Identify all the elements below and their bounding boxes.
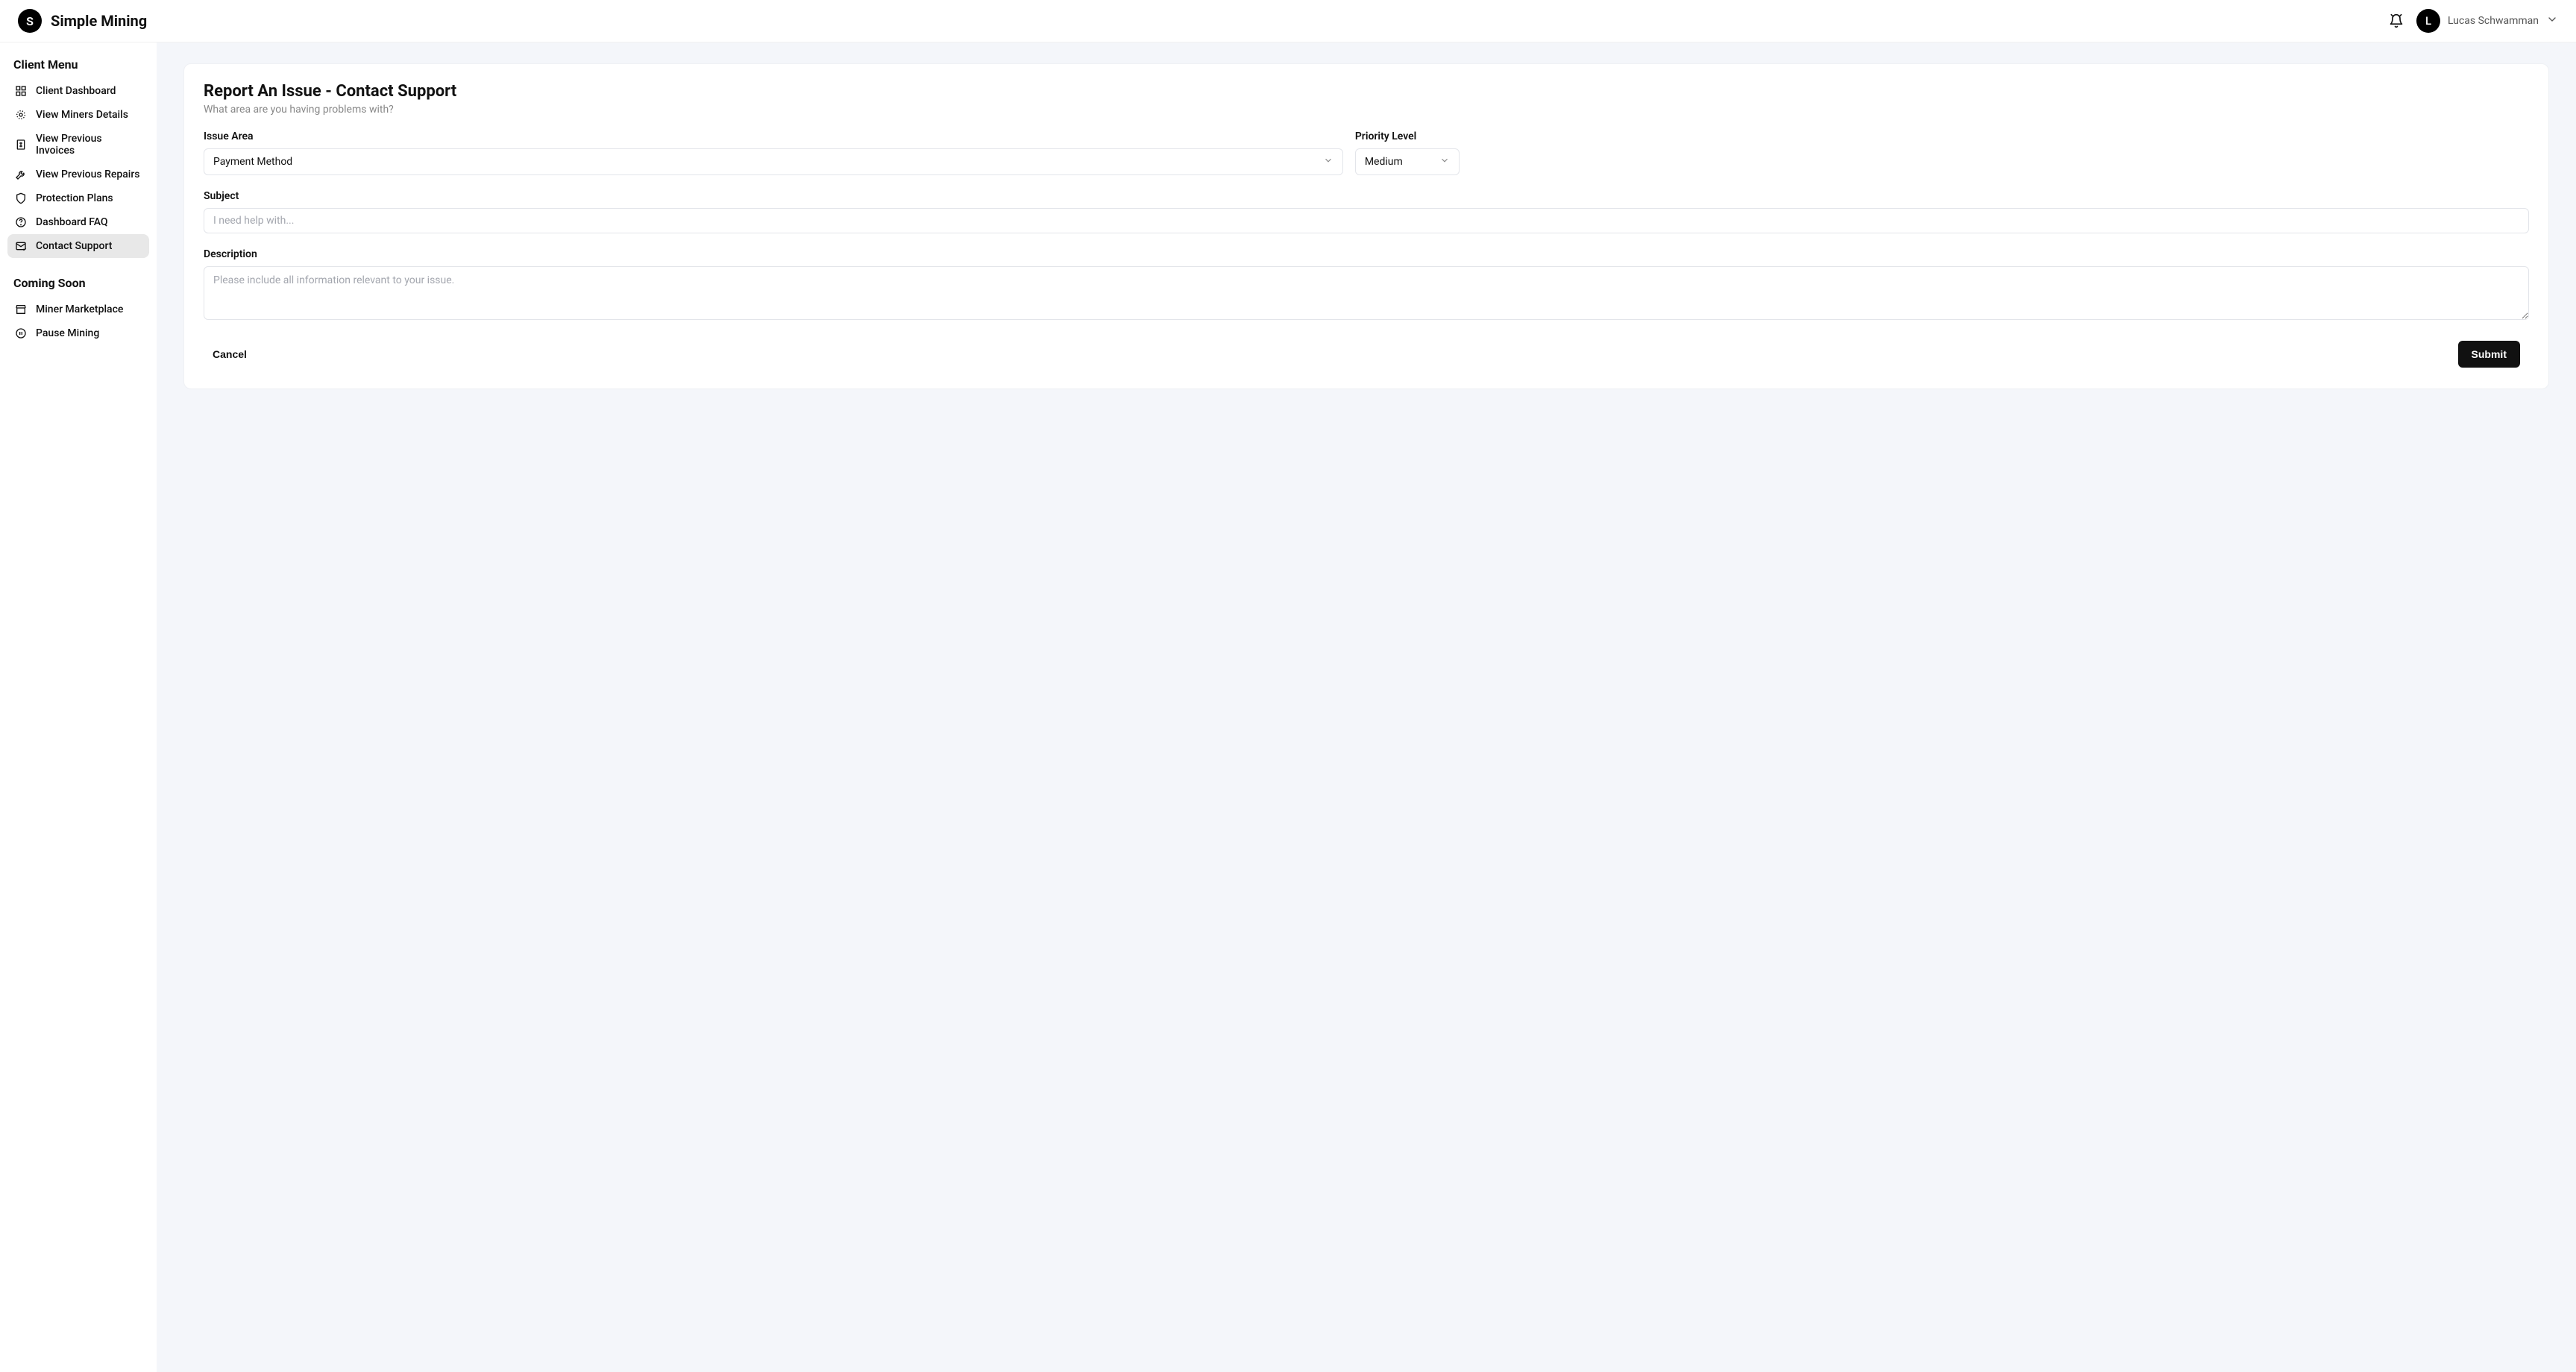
- sidebar-item-label: Contact Support: [36, 240, 112, 252]
- sidebar-item-label: Dashboard FAQ: [36, 216, 108, 228]
- sidebar-section-coming-soon: Coming Soon Miner Marketplace Pause Mini…: [7, 271, 149, 345]
- dashboard-icon: [15, 85, 27, 97]
- header: S Simple Mining L Lucas Schwamman: [0, 0, 2576, 43]
- form-group-subject: Subject: [204, 190, 2529, 233]
- sidebar-item-client-dashboard[interactable]: Client Dashboard: [7, 79, 149, 103]
- sidebar: Client Menu Client Dashboard View Miners…: [0, 43, 157, 1372]
- pause-icon: [15, 327, 27, 339]
- sidebar-item-view-previous-invoices[interactable]: View Previous Invoices: [7, 127, 149, 163]
- sidebar-item-pause-mining[interactable]: Pause Mining: [7, 321, 149, 345]
- sidebar-item-label: Pause Mining: [36, 327, 99, 339]
- subject-input[interactable]: [204, 208, 2529, 233]
- sidebar-item-view-miners-details[interactable]: View Miners Details: [7, 103, 149, 127]
- page-title: Report An Issue - Contact Support: [204, 82, 2529, 101]
- shield-icon: [15, 192, 27, 204]
- sidebar-item-label: Client Dashboard: [36, 85, 116, 97]
- priority-value: Medium: [1365, 156, 1403, 168]
- brand-logo: S: [18, 9, 42, 33]
- sidebar-item-label: Protection Plans: [36, 192, 113, 204]
- user-menu[interactable]: L Lucas Schwamman: [2416, 9, 2558, 33]
- priority-select[interactable]: Medium: [1355, 148, 1460, 175]
- sidebar-item-view-previous-repairs[interactable]: View Previous Repairs: [7, 163, 149, 186]
- issue-area-select[interactable]: Payment Method: [204, 148, 1343, 175]
- brand[interactable]: S Simple Mining: [18, 9, 147, 33]
- mail-check-icon: [15, 240, 27, 252]
- sidebar-item-label: View Previous Repairs: [36, 169, 140, 180]
- content-area: Report An Issue - Contact Support What a…: [157, 43, 2576, 1372]
- issue-area-value: Payment Method: [213, 156, 292, 168]
- page-subtitle: What area are you having problems with?: [204, 104, 2529, 116]
- sidebar-heading-coming-soon: Coming Soon: [7, 271, 149, 298]
- subject-label: Subject: [204, 190, 2529, 202]
- sidebar-heading-client: Client Menu: [7, 53, 149, 79]
- cancel-button[interactable]: Cancel: [213, 348, 247, 360]
- form-group-issue-area: Issue Area Payment Method: [204, 130, 1343, 175]
- invoice-icon: [15, 139, 27, 151]
- notifications-icon[interactable]: [2388, 13, 2404, 29]
- store-icon: [15, 303, 27, 315]
- sidebar-section-client: Client Menu Client Dashboard View Miners…: [7, 53, 149, 258]
- sidebar-item-label: View Miners Details: [36, 109, 128, 121]
- user-name: Lucas Schwamman: [2448, 15, 2539, 27]
- chevron-down-icon: [1323, 155, 1333, 169]
- form-group-description: Description: [204, 248, 2529, 320]
- brand-name: Simple Mining: [51, 12, 147, 30]
- help-icon: [15, 216, 27, 228]
- sidebar-item-label: Miner Marketplace: [36, 303, 123, 315]
- chevron-down-icon: [2546, 13, 2558, 28]
- sidebar-item-protection-plans[interactable]: Protection Plans: [7, 186, 149, 210]
- miners-icon: [15, 109, 27, 121]
- chevron-down-icon: [1439, 155, 1450, 169]
- form-group-priority: Priority Level Medium: [1355, 130, 1460, 175]
- header-right: L Lucas Schwamman: [2388, 9, 2558, 33]
- description-textarea[interactable]: [204, 266, 2529, 320]
- wrench-icon: [15, 169, 27, 180]
- priority-label: Priority Level: [1355, 130, 1460, 142]
- sidebar-item-label: View Previous Invoices: [36, 133, 142, 157]
- card-actions: Cancel Submit: [204, 341, 2529, 371]
- description-label: Description: [204, 248, 2529, 260]
- form-row-top: Issue Area Payment Method Priority Level…: [204, 130, 2529, 175]
- issue-area-label: Issue Area: [204, 130, 1343, 142]
- avatar: L: [2416, 9, 2440, 33]
- support-form-card: Report An Issue - Contact Support What a…: [183, 63, 2549, 389]
- submit-button[interactable]: Submit: [2458, 341, 2520, 368]
- sidebar-item-contact-support[interactable]: Contact Support: [7, 234, 149, 258]
- sidebar-item-miner-marketplace[interactable]: Miner Marketplace: [7, 298, 149, 321]
- sidebar-item-dashboard-faq[interactable]: Dashboard FAQ: [7, 210, 149, 234]
